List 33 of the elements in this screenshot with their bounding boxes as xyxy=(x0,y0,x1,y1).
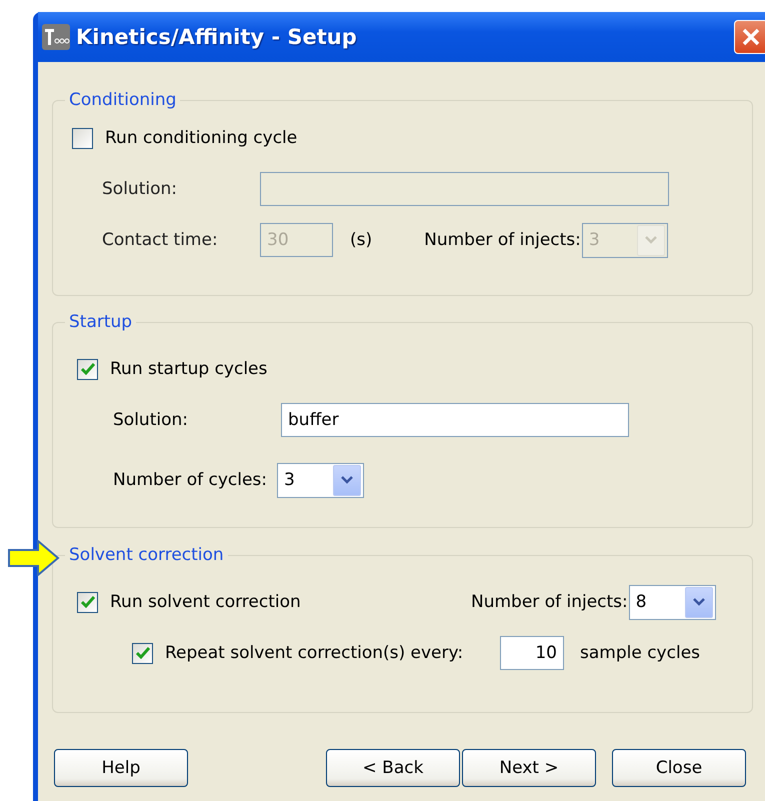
group-title: Conditioning xyxy=(65,89,180,111)
dialog-button[interactable]: Help xyxy=(54,749,188,787)
close-button[interactable] xyxy=(734,20,765,54)
group-title: Startup xyxy=(65,311,136,333)
checkbox[interactable] xyxy=(77,592,98,612)
field-label: Solution: xyxy=(113,410,189,430)
checkbox[interactable] xyxy=(72,128,93,148)
checkbox-label: Repeat solvent correction(s) every: xyxy=(165,643,464,663)
dialog-button[interactable]: Next > xyxy=(462,749,596,787)
chevron-down-icon xyxy=(644,236,657,244)
chevron-down-icon xyxy=(341,476,354,484)
close-icon xyxy=(742,28,760,46)
dropdown[interactable]: 3 xyxy=(277,462,364,498)
field-label: Contact time: xyxy=(102,230,219,250)
dialog-button[interactable]: < Back xyxy=(326,749,460,787)
dialog-button[interactable]: Close xyxy=(612,749,746,787)
dropdown[interactable]: 8 xyxy=(628,584,716,620)
field-label: Solution: xyxy=(102,179,178,199)
checkbox[interactable] xyxy=(77,358,98,380)
checkbox[interactable] xyxy=(132,642,153,664)
window-title: Kinetics/Affinity - Setup xyxy=(76,25,358,49)
chevron-down-icon xyxy=(692,598,705,606)
field-label: Number of injects: xyxy=(424,230,581,250)
unit-label: sample cycles xyxy=(580,643,700,663)
checkbox-label: Run conditioning cycle xyxy=(105,128,298,148)
app-icon xyxy=(42,24,70,50)
checkbox-label: Run solvent correction xyxy=(110,592,302,612)
input-field[interactable]: buffer xyxy=(281,403,629,437)
unit-label: (s) xyxy=(350,230,372,250)
field-label: Number of injects: xyxy=(471,592,628,612)
field-label: Number of cycles: xyxy=(113,470,268,490)
input-field[interactable]: 10 xyxy=(500,636,564,670)
checkbox-label: Run startup cycles xyxy=(110,359,268,379)
